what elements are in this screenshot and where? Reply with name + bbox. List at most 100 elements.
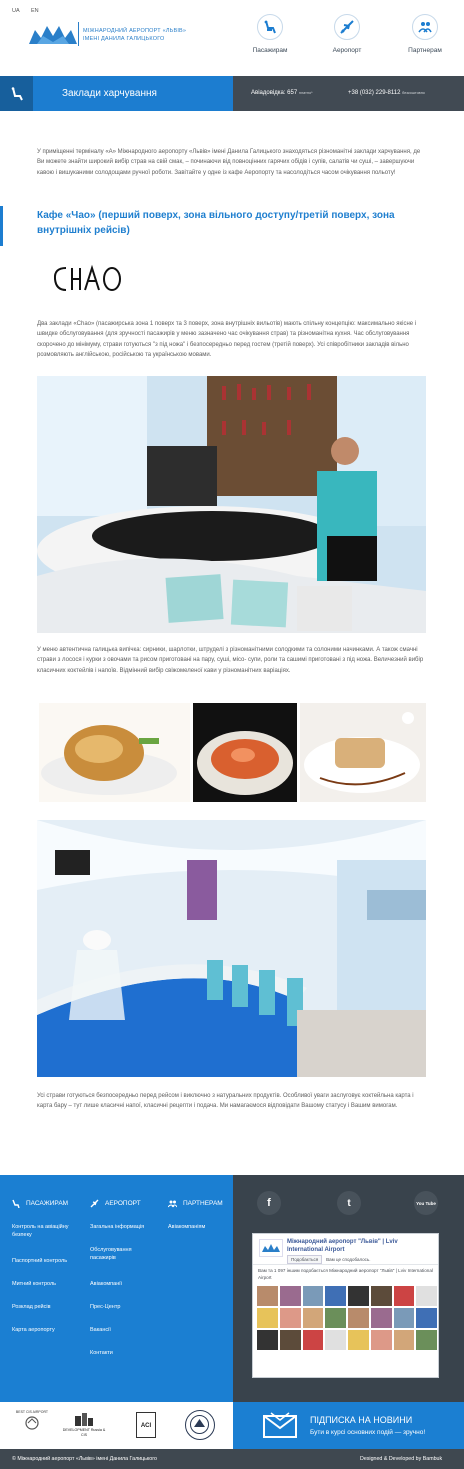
facebook-widget: Міжнародний аеропорт "Львів" | Lviv Inte… <box>252 1233 439 1378</box>
fb-like-count: Вам та 1 097 іншим подобається Міжнародн… <box>258 1268 433 1280</box>
fb-fan-avatar[interactable] <box>279 1330 301 1350</box>
phone-line[interactable]: +38 (032) 229-8112 безкоштовно <box>348 90 425 96</box>
subscribe-subtitle: Бути в курсі основних подій — зручно! <box>310 1429 426 1436</box>
seat-icon <box>0 76 33 111</box>
fb-fan-avatar[interactable] <box>257 1286 278 1306</box>
fb-page-avatar[interactable] <box>259 1239 283 1257</box>
lang-en[interactable]: EN <box>31 8 39 14</box>
crown-logo-icon <box>29 26 77 44</box>
fb-fan-avatar[interactable] <box>257 1308 278 1328</box>
fb-fan-avatar[interactable] <box>279 1286 301 1306</box>
phone-number[interactable]: +38 (032) 229-8112 <box>348 90 400 96</box>
chao-logo-icon <box>53 264 121 291</box>
footer-head-passengers: ПАСАЖИРАМ <box>12 1199 68 1208</box>
closing-text: Усі страви готуються безпосередньо перед… <box>37 1093 414 1110</box>
fb-fan-avatar[interactable] <box>348 1286 369 1306</box>
footer-head-airport-label: АЕРОПОРТ <box>105 1200 141 1207</box>
fb-fan-avatar[interactable] <box>393 1330 415 1350</box>
fb-fan-avatar[interactable] <box>393 1286 415 1306</box>
fb-like-button[interactable]: Подобається <box>287 1255 323 1264</box>
envelope-icon <box>263 1412 297 1438</box>
lang-ua[interactable]: UA <box>12 8 20 14</box>
footer-head-partners-label: ПАРТНЕРАМ <box>183 1200 223 1207</box>
footer-link-for-airlines[interactable]: Авіакомпаніям <box>168 1223 228 1231</box>
page: UA EN МІЖНАРОДНИЙ АЕРОПОРТ «ЛЬВІВ» ІМЕНІ… <box>0 0 464 1469</box>
fb-fan-avatar[interactable] <box>416 1308 437 1328</box>
development-award-text: DEVELOPMENT Russia & CIS <box>62 1428 106 1437</box>
footer-link-press[interactable]: Прес-Центр <box>90 1303 160 1311</box>
plane-icon <box>90 1199 99 1208</box>
fb-fan-avatar[interactable] <box>393 1308 415 1328</box>
nav-partners[interactable]: Партнерам <box>400 14 450 54</box>
footer-link-security[interactable]: Контроль на авіаційну безпеку <box>12 1223 82 1239</box>
footer-link-contacts[interactable]: Контакти <box>90 1349 160 1357</box>
footer-head-partners: ПАРТНЕРАМ <box>168 1199 223 1208</box>
copyright-text: © Міжнародний аеропорт «Львів» імені Дан… <box>12 1456 157 1462</box>
best-airport-logo: BEST CIS AIRPORT <box>15 1410 49 1433</box>
info-bar: Авіадовідка: 657 платно* +38 (032) 229-8… <box>233 76 464 111</box>
section-title: Кафе «Чао» (перший поверх, зона вільного… <box>37 210 395 236</box>
footer-head-passengers-label: ПАСАЖИРАМ <box>26 1200 69 1207</box>
fb-fan-avatar[interactable] <box>279 1308 301 1328</box>
food-photo-soup <box>193 703 297 802</box>
page-title-bar: Заклади харчування <box>0 76 233 111</box>
footer-link-customs[interactable]: Митний контроль <box>12 1280 82 1288</box>
fb-fan-avatar[interactable] <box>257 1330 278 1350</box>
phone-small: безкоштовно <box>402 91 425 95</box>
nav-airport[interactable]: Аеропорт <box>322 14 372 54</box>
passenger-icon <box>12 1199 20 1208</box>
fb-fan-avatar[interactable] <box>325 1286 346 1306</box>
cafe-description: Два заклади «Chao» (пасажирська зона 1 п… <box>37 321 417 359</box>
subscribe-title: ПІДПИСКА НА НОВИНИ <box>310 1415 413 1425</box>
fb-fan-avatar[interactable] <box>416 1286 437 1306</box>
nav-airport-label: Аеропорт <box>332 47 362 54</box>
fb-fan-avatar[interactable] <box>370 1286 392 1306</box>
fb-fan-avatar[interactable] <box>370 1330 392 1350</box>
partners-icon <box>412 14 438 40</box>
fb-fan-avatar[interactable] <box>348 1330 369 1350</box>
footer-link-schedule[interactable]: Розклад рейсів <box>12 1303 82 1311</box>
fb-fan-avatar[interactable] <box>325 1330 346 1350</box>
food-photo-pastry <box>39 703 190 802</box>
footer-links-panel <box>0 1175 233 1402</box>
fb-fan-avatar[interactable] <box>302 1286 324 1306</box>
fb-fan-avatar[interactable] <box>416 1330 437 1350</box>
youtube-icon[interactable]: You Tube <box>414 1191 438 1215</box>
footer-link-general[interactable]: Загальна інформація <box>90 1223 160 1231</box>
fb-page-name[interactable]: Міжнародний аеропорт "Львів" | Lviv Inte… <box>287 1239 435 1254</box>
footer-link-passport[interactable]: Паспортний контроль <box>12 1257 82 1265</box>
fb-fan-avatar[interactable] <box>348 1308 369 1328</box>
airport-logo[interactable]: МІЖНАРОДНИЙ АЕРОПОРТ «ЛЬВІВ» ІМЕНІ ДАНИЛ… <box>27 22 187 48</box>
nav-passengers[interactable]: Пасажирам <box>245 14 295 54</box>
footer-link-service[interactable]: Обслуговування пасажирів <box>90 1246 150 1262</box>
partner-logos: BEST CIS AIRPORT DEVELOPMENT Russia & CI… <box>0 1402 233 1449</box>
fb-fan-avatar[interactable] <box>302 1330 324 1350</box>
plane-icon <box>334 14 360 40</box>
info-label: Авіадовідка: 657 <box>251 90 298 96</box>
developer-credit[interactable]: Designed & Developed by Bambuk <box>360 1456 442 1462</box>
footer-link-vacancies[interactable]: Вакансії <box>90 1326 160 1334</box>
fb-like-row: Подобається Вам це сподобалось. <box>287 1255 371 1264</box>
development-award-logo: DEVELOPMENT Russia & CIS <box>60 1412 108 1438</box>
copyright-bar: © Міжнародний аеропорт «Львів» імені Дан… <box>0 1449 464 1469</box>
intro-text: У приміщенні терміналу «А» Міжнародного … <box>37 149 421 176</box>
facebook-icon[interactable]: f <box>257 1191 281 1215</box>
logo-line-1: МІЖНАРОДНИЙ АЕРОПОРТ «ЛЬВІВ» <box>83 28 187 34</box>
footer-link-map[interactable]: Карта аеропорту <box>12 1326 82 1334</box>
menu-description: У меню автентична галицька випічка: сирн… <box>37 647 424 674</box>
info-line: Авіадовідка: 657 платно* <box>251 90 313 96</box>
fb-fan-avatar[interactable] <box>325 1308 346 1328</box>
twitter-icon[interactable]: t <box>337 1191 361 1215</box>
fb-liked-text: Вам це сподобалось. <box>326 1257 371 1262</box>
fb-divider <box>253 1264 438 1265</box>
logo-line-2: ІМЕНІ ДАНИЛА ГАЛИЦЬКОГО <box>83 36 165 42</box>
newsletter-subscribe[interactable]: ПІДПИСКА НА НОВИНИ Бути в курсі основних… <box>233 1402 464 1449</box>
nav-passengers-label: Пасажирам <box>252 47 288 54</box>
award-icon <box>25 1416 39 1430</box>
fb-fan-avatar[interactable] <box>370 1308 392 1328</box>
seal-logo <box>185 1410 215 1440</box>
fb-fan-avatar[interactable] <box>302 1308 324 1328</box>
aci-logo: ACI <box>136 1412 156 1438</box>
partners-icon <box>168 1200 177 1208</box>
footer-link-airlines[interactable]: Авіакомпанії <box>90 1280 160 1288</box>
